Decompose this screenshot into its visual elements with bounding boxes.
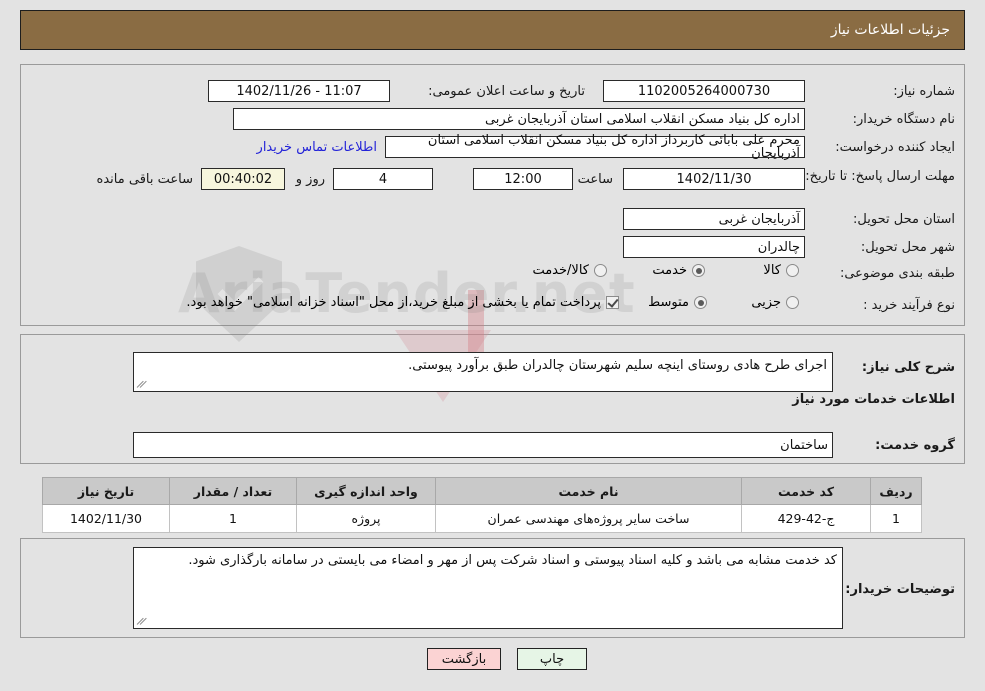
radio-icon[interactable] xyxy=(786,264,799,277)
process-radio-jozei[interactable]: جزیی xyxy=(751,295,799,310)
checkbox-icon[interactable] xyxy=(606,296,619,309)
province-value[interactable]: آذربایجان غربی xyxy=(623,208,805,230)
deadline-label: مهلت ارسال پاسخ: تا تاریخ: xyxy=(805,169,955,184)
countdown-value: 00:40:02 xyxy=(201,168,285,190)
summary-text: اجرای طرح هادی روستای اینچه سلیم شهرستان… xyxy=(408,358,827,373)
province-label: استان محل تحویل: xyxy=(853,212,955,227)
radio-icon[interactable] xyxy=(692,264,705,277)
public-announce-label: تاریخ و ساعت اعلان عمومی: xyxy=(428,84,585,99)
page-header-bar: جزئیات اطلاعات نیاز xyxy=(20,10,965,50)
col-header-service-name: نام خدمت xyxy=(435,477,742,505)
deadline-hour-label: ساعت xyxy=(577,172,613,187)
category-option-label: خدمت xyxy=(652,263,687,278)
deadline-time-value[interactable]: 12:00 xyxy=(473,168,573,190)
cell-quantity: 1 xyxy=(169,504,297,533)
process-option-label: متوسط xyxy=(648,295,689,310)
col-header-service-code: کد خدمت xyxy=(741,477,871,505)
buyer-org-value[interactable]: اداره کل بنیاد مسکن انقلاب اسلامی استان … xyxy=(233,108,805,130)
radio-icon[interactable] xyxy=(694,296,707,309)
buyer-notes-text: کد خدمت مشابه می باشد و کلیه اسناد پیوست… xyxy=(188,553,837,568)
cell-service-code: ج-42-429 xyxy=(741,504,871,533)
buyer-notes-label: توضیحات خریدار: xyxy=(845,582,955,597)
summary-textarea[interactable]: اجرای طرح هادی روستای اینچه سلیم شهرستان… xyxy=(133,352,833,392)
resize-grip-icon[interactable] xyxy=(137,616,147,626)
col-header-need-date: تاریخ نیاز xyxy=(42,477,170,505)
print-button[interactable]: چاپ xyxy=(517,648,587,670)
needs-table: ردیف کد خدمت نام خدمت واحد اندازه گیری ت… xyxy=(42,477,922,533)
remaining-label: ساعت باقی مانده xyxy=(96,172,193,187)
category-radio-khedmat[interactable]: خدمت xyxy=(652,263,705,278)
radio-icon[interactable] xyxy=(786,296,799,309)
treasury-bond-checkbox-row[interactable]: پرداخت تمام یا بخشی از مبلغ خرید،از محل … xyxy=(186,295,619,310)
process-label: نوع فرآیند خرید : xyxy=(863,298,955,313)
radio-icon[interactable] xyxy=(594,264,607,277)
deadline-date-value[interactable]: 1402/11/30 xyxy=(623,168,805,190)
service-group-label: گروه خدمت: xyxy=(875,438,955,453)
category-option-label: کالا xyxy=(763,263,781,278)
cell-unit: پروژه xyxy=(296,504,436,533)
col-header-quantity: تعداد / مقدار xyxy=(169,477,297,505)
need-number-value[interactable]: 1102005264000730 xyxy=(603,80,805,102)
table-row: 1 ج-42-429 ساخت سایر پروژه‌های مهندسی عم… xyxy=(42,504,922,533)
summary-label: شرح کلی نیاز: xyxy=(861,360,955,375)
cell-need-date: 1402/11/30 xyxy=(42,504,170,533)
service-group-value[interactable]: ساختمان xyxy=(133,432,833,458)
process-option-label: جزیی xyxy=(751,295,781,310)
col-header-row: ردیف xyxy=(870,477,922,505)
resize-grip-icon[interactable] xyxy=(137,379,147,389)
buyer-notes-textarea[interactable]: کد خدمت مشابه می باشد و کلیه اسناد پیوست… xyxy=(133,547,843,629)
process-radio-motevaset[interactable]: متوسط xyxy=(648,295,707,310)
category-radio-kala-khedmat[interactable]: کالا/خدمت xyxy=(532,263,607,278)
category-radio-kala[interactable]: کالا xyxy=(763,263,799,278)
services-info-heading: اطلاعات خدمات مورد نیاز xyxy=(792,392,955,407)
page-title: جزئیات اطلاعات نیاز xyxy=(830,22,950,38)
need-number-label: شماره نیاز: xyxy=(893,84,955,99)
back-button[interactable]: بازگشت xyxy=(427,648,501,670)
cell-row: 1 xyxy=(870,504,922,533)
cell-service-name: ساخت سایر پروژه‌های مهندسی عمران xyxy=(435,504,742,533)
col-header-unit: واحد اندازه گیری xyxy=(296,477,436,505)
needs-table-wrapper: ردیف کد خدمت نام خدمت واحد اندازه گیری ت… xyxy=(42,477,922,533)
creator-label: ایجاد کننده درخواست: xyxy=(835,140,955,155)
buyer-org-label: نام دستگاه خریدار: xyxy=(852,112,955,127)
category-label: طبقه بندی موضوعی: xyxy=(839,266,955,281)
city-label: شهر محل تحویل: xyxy=(860,240,955,255)
creator-value[interactable]: محرم علی بابائی کاربرداز اداره کل بنیاد … xyxy=(385,134,805,160)
deadline-days-value[interactable]: 4 xyxy=(333,168,433,190)
treasury-bond-note: پرداخت تمام یا بخشی از مبلغ خرید،از محل … xyxy=(186,295,601,310)
city-value[interactable]: چالدران xyxy=(623,236,805,258)
table-header-row: ردیف کد خدمت نام خدمت واحد اندازه گیری ت… xyxy=(42,477,922,505)
public-announce-value[interactable]: 11:07 - 1402/11/26 xyxy=(208,80,390,102)
category-option-label: کالا/خدمت xyxy=(532,263,589,278)
deadline-days-label: روز و xyxy=(295,172,325,187)
buyer-contact-link[interactable]: اطلاعات تماس خریدار xyxy=(257,140,377,155)
top-info-panel xyxy=(20,64,965,326)
